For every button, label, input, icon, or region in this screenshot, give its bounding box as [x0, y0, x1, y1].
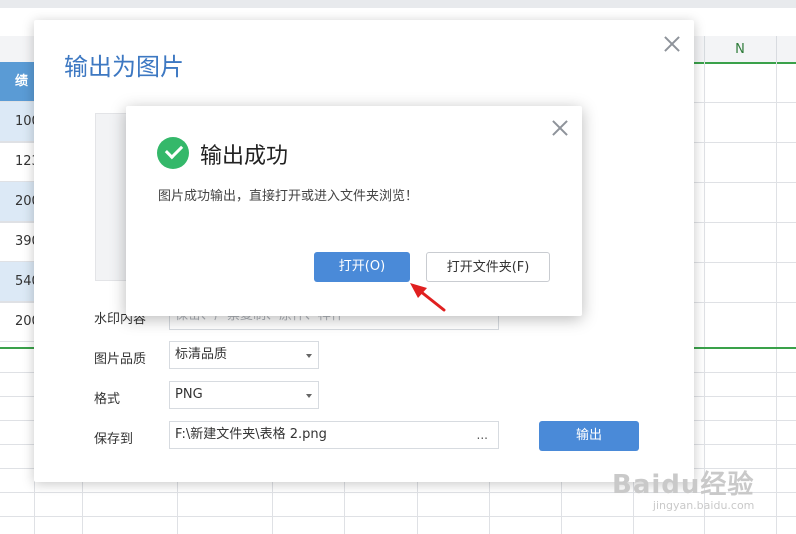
baidu-watermark: Baidu经验 jingyan.baidu.com [612, 464, 754, 512]
watermark-brand: Baidu经验 [612, 470, 755, 500]
annotation-arrow-icon [410, 283, 446, 312]
